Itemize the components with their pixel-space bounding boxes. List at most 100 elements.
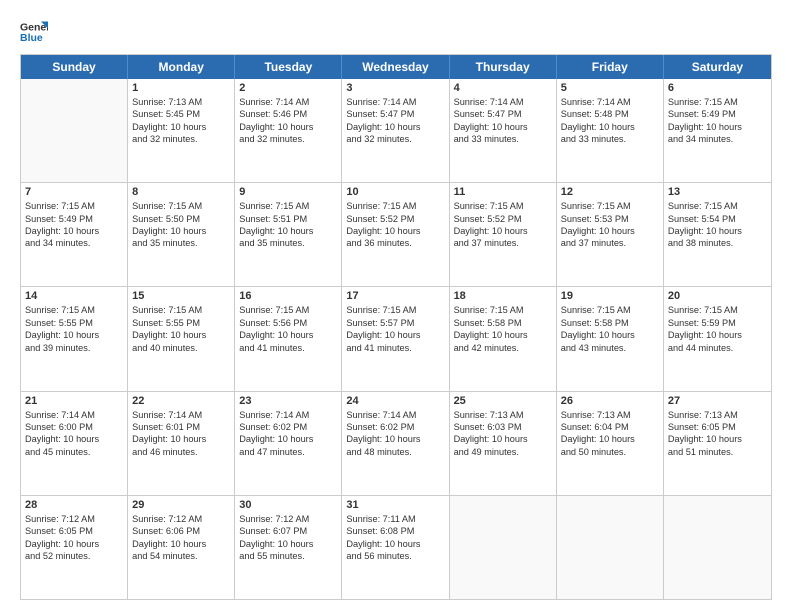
cell-info-line: Sunset: 6:01 PM — [132, 421, 230, 433]
cell-info-line: Sunrise: 7:15 AM — [239, 304, 337, 316]
cell-info-line: and 37 minutes. — [454, 237, 552, 249]
calendar-cell: 24Sunrise: 7:14 AMSunset: 6:02 PMDayligh… — [342, 392, 449, 495]
cell-info-line: Daylight: 10 hours — [132, 329, 230, 341]
cell-info-line: Sunset: 6:05 PM — [25, 525, 123, 537]
cell-info-line: and 43 minutes. — [561, 342, 659, 354]
cell-info-line: Daylight: 10 hours — [132, 121, 230, 133]
cell-info-line: and 54 minutes. — [132, 550, 230, 562]
cell-info-line: Sunrise: 7:15 AM — [25, 304, 123, 316]
cell-info-line: and 51 minutes. — [668, 446, 767, 458]
calendar-cell: 19Sunrise: 7:15 AMSunset: 5:58 PMDayligh… — [557, 287, 664, 390]
cell-info-line: Daylight: 10 hours — [668, 121, 767, 133]
cell-info-line: Sunrise: 7:14 AM — [132, 409, 230, 421]
cell-info-line: Daylight: 10 hours — [454, 121, 552, 133]
cell-info-line: Sunset: 6:05 PM — [668, 421, 767, 433]
day-number: 17 — [346, 290, 444, 302]
calendar-cell: 29Sunrise: 7:12 AMSunset: 6:06 PMDayligh… — [128, 496, 235, 599]
cell-info-line: Sunset: 6:08 PM — [346, 525, 444, 537]
header: General Blue — [20, 18, 772, 46]
header-day-tuesday: Tuesday — [235, 55, 342, 79]
header-day-saturday: Saturday — [664, 55, 771, 79]
cell-info-line: and 35 minutes. — [239, 237, 337, 249]
cell-info-line: Sunset: 6:07 PM — [239, 525, 337, 537]
cell-info-line: and 37 minutes. — [561, 237, 659, 249]
cell-info-line: Sunrise: 7:13 AM — [454, 409, 552, 421]
cell-info-line: and 39 minutes. — [25, 342, 123, 354]
cell-info-line: and 41 minutes. — [239, 342, 337, 354]
day-number: 8 — [132, 186, 230, 198]
day-number: 20 — [668, 290, 767, 302]
calendar-cell: 5Sunrise: 7:14 AMSunset: 5:48 PMDaylight… — [557, 79, 664, 182]
calendar-row-4: 21Sunrise: 7:14 AMSunset: 6:00 PMDayligh… — [21, 392, 771, 496]
cell-info-line: Daylight: 10 hours — [239, 225, 337, 237]
cell-info-line: Daylight: 10 hours — [346, 225, 444, 237]
cell-info-line: Sunset: 5:59 PM — [668, 317, 767, 329]
day-number: 3 — [346, 82, 444, 94]
cell-info-line: Daylight: 10 hours — [346, 538, 444, 550]
cell-info-line: Daylight: 10 hours — [561, 433, 659, 445]
cell-info-line: Sunset: 5:49 PM — [25, 213, 123, 225]
calendar-cell: 15Sunrise: 7:15 AMSunset: 5:55 PMDayligh… — [128, 287, 235, 390]
day-number: 23 — [239, 395, 337, 407]
cell-info-line: Daylight: 10 hours — [561, 225, 659, 237]
day-number: 4 — [454, 82, 552, 94]
cell-info-line: Sunrise: 7:15 AM — [132, 200, 230, 212]
day-number: 19 — [561, 290, 659, 302]
calendar-cell: 4 Sunrise: 7:14 AMSunset: 5:47 PMDaylight… — [450, 79, 557, 182]
header-day-friday: Friday — [557, 55, 664, 79]
day-number: 29 — [132, 499, 230, 511]
cell-info-line: Sunset: 5:53 PM — [561, 213, 659, 225]
day-number: 5 — [561, 82, 659, 94]
cell-info-line: Sunrise: 7:15 AM — [454, 304, 552, 316]
cell-info-line: Sunset: 5:47 PM — [454, 108, 552, 120]
cell-info-line: Sunrise: 7:14 AM — [346, 96, 444, 108]
cell-info-line: Daylight: 10 hours — [25, 433, 123, 445]
calendar-cell: 23Sunrise: 7:14 AMSunset: 6:02 PMDayligh… — [235, 392, 342, 495]
cell-info-line: Sunset: 6:06 PM — [132, 525, 230, 537]
cell-info-line: Sunrise: 7:15 AM — [132, 304, 230, 316]
calendar-cell: 28Sunrise: 7:12 AMSunset: 6:05 PMDayligh… — [21, 496, 128, 599]
cell-info-line: Daylight: 10 hours — [25, 538, 123, 550]
calendar-cell: 8Sunrise: 7:15 AMSunset: 5:50 PMDaylight… — [128, 183, 235, 286]
cell-info-line: Sunrise: 7:12 AM — [239, 513, 337, 525]
calendar-cell: 30Sunrise: 7:12 AMSunset: 6:07 PMDayligh… — [235, 496, 342, 599]
cell-info-line: Daylight: 10 hours — [132, 225, 230, 237]
day-number: 11 — [454, 186, 552, 198]
cell-info-line: Sunrise: 7:15 AM — [668, 96, 767, 108]
day-number: 9 — [239, 186, 337, 198]
cell-info-line: and 32 minutes. — [239, 133, 337, 145]
cell-info-line: Sunrise: 7:14 AM — [239, 96, 337, 108]
calendar-row-2: 7Sunrise: 7:15 AMSunset: 5:49 PMDaylight… — [21, 183, 771, 287]
cell-info-line: and 34 minutes. — [668, 133, 767, 145]
cell-info-line: Daylight: 10 hours — [454, 433, 552, 445]
cell-info-line: Daylight: 10 hours — [668, 433, 767, 445]
cell-info-line: Sunset: 5:52 PM — [454, 213, 552, 225]
cell-info-line: and 44 minutes. — [668, 342, 767, 354]
cell-info-line: Sunset: 5:47 PM — [346, 108, 444, 120]
cell-info-line: and 50 minutes. — [561, 446, 659, 458]
cell-info-line: Daylight: 10 hours — [561, 121, 659, 133]
cell-info-line: and 41 minutes. — [346, 342, 444, 354]
calendar-cell: 10Sunrise: 7:15 AMSunset: 5:52 PMDayligh… — [342, 183, 449, 286]
cell-info-line: Sunrise: 7:15 AM — [561, 304, 659, 316]
cell-info-line: and 36 minutes. — [346, 237, 444, 249]
cell-info-line: Sunset: 6:02 PM — [346, 421, 444, 433]
day-number: 25 — [454, 395, 552, 407]
cell-info-line: and 38 minutes. — [668, 237, 767, 249]
calendar-cell: 31Sunrise: 7:11 AMSunset: 6:08 PMDayligh… — [342, 496, 449, 599]
header-day-thursday: Thursday — [450, 55, 557, 79]
cell-info-line: Sunset: 5:55 PM — [132, 317, 230, 329]
header-day-sunday: Sunday — [21, 55, 128, 79]
cell-info-line: Sunset: 5:49 PM — [668, 108, 767, 120]
cell-info-line: Sunrise: 7:14 AM — [454, 96, 552, 108]
calendar: SundayMondayTuesdayWednesdayThursdayFrid… — [20, 54, 772, 600]
cell-info-line: and 52 minutes. — [25, 550, 123, 562]
cell-info-line: Sunrise: 7:12 AM — [132, 513, 230, 525]
cell-info-line: Sunrise: 7:15 AM — [454, 200, 552, 212]
cell-info-line: Daylight: 10 hours — [239, 329, 337, 341]
calendar-cell: 2Sunrise: 7:14 AMSunset: 5:46 PMDaylight… — [235, 79, 342, 182]
cell-info-line: Sunset: 5:48 PM — [561, 108, 659, 120]
calendar-cell: 26Sunrise: 7:13 AMSunset: 6:04 PMDayligh… — [557, 392, 664, 495]
cell-info-line: Sunrise: 7:14 AM — [25, 409, 123, 421]
cell-info-line: Sunrise: 7:11 AM — [346, 513, 444, 525]
